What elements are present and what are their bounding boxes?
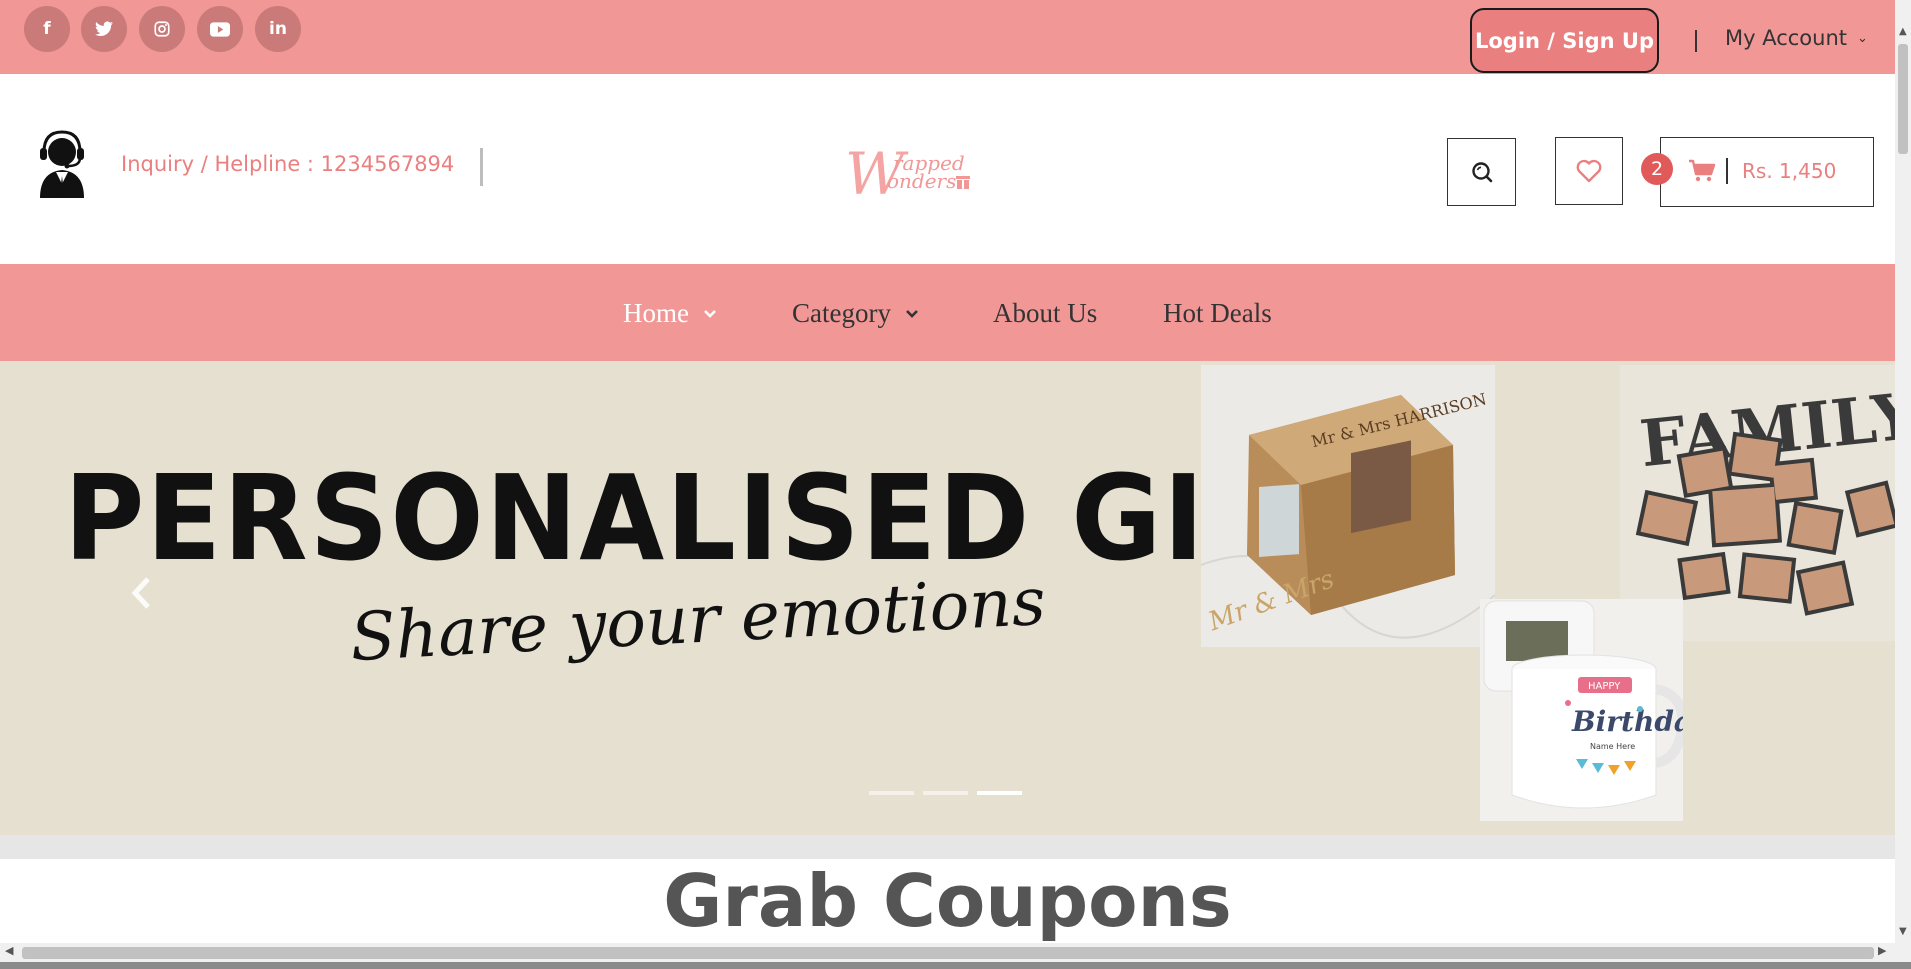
top-bar: f in Login / Sign Up My Account ⌄	[0, 0, 1895, 74]
product-image-mug: HAPPY Birthday Name Here	[1480, 599, 1710, 821]
nav-item-hot-deals[interactable]: Hot Deals	[1163, 298, 1272, 329]
my-account-dropdown[interactable]: My Account ⌄	[1725, 26, 1868, 50]
nav-item-home[interactable]: Home	[623, 298, 717, 329]
header: Inquiry / Helpline : 1234567894 W rapped…	[0, 74, 1895, 264]
cart-count-badge: 2	[1641, 153, 1673, 185]
support-agent-icon	[26, 128, 98, 200]
chevron-down-icon: ⌄	[1857, 30, 1868, 46]
nav-item-label: Hot Deals	[1163, 298, 1272, 328]
section-title: Grab Coupons	[663, 859, 1232, 943]
chevron-down-icon	[704, 309, 716, 318]
nav-item-label: Category	[792, 298, 891, 328]
search-icon	[1471, 162, 1492, 183]
scroll-right-arrow-icon[interactable]: ▶	[1878, 944, 1886, 957]
window-edge	[0, 962, 1911, 969]
search-button[interactable]	[1447, 138, 1516, 206]
scroll-left-arrow-icon[interactable]: ◀	[5, 944, 13, 957]
carousel-indicator-3[interactable]	[977, 791, 1022, 795]
divider	[1695, 30, 1697, 52]
divider	[1726, 158, 1728, 184]
login-signup-button[interactable]: Login / Sign Up	[1470, 8, 1659, 73]
chevron-down-icon	[906, 309, 918, 318]
scroll-up-arrow-icon[interactable]: ▲	[1899, 26, 1907, 37]
site-logo[interactable]: W rapped onders	[845, 140, 975, 208]
facebook-icon[interactable]: f	[24, 6, 70, 52]
product-image-photo-box: Mr & Mrs HARRISON Mr & Mrs	[1200, 365, 1496, 647]
hero-carousel: PERSONALISED GIFTS Share your emotions M…	[0, 361, 1895, 835]
mug-banner: HAPPY	[1588, 681, 1621, 692]
nav-item-label: About Us	[993, 298, 1098, 328]
svg-text:onders: onders	[887, 169, 956, 193]
helpline-text: Inquiry / Helpline : 1234567894	[121, 152, 455, 176]
nav-item-category[interactable]: Category	[792, 298, 919, 329]
carousel-prev-button[interactable]	[130, 575, 152, 621]
carousel-indicator-1[interactable]	[869, 791, 914, 795]
cart-icon	[1689, 159, 1716, 182]
page: f in Login / Sign Up My Account ⌄ Inquir…	[0, 0, 1911, 969]
my-account-label: My Account	[1725, 26, 1848, 50]
mug-name: Name Here	[1590, 742, 1635, 751]
horizontal-scrollbar-thumb[interactable]	[22, 947, 1874, 959]
twitter-icon[interactable]	[81, 6, 127, 52]
coupons-section: Grab Coupons	[0, 859, 1895, 943]
divider	[480, 148, 483, 186]
scroll-down-arrow-icon[interactable]: ▼	[1899, 926, 1907, 937]
instagram-icon[interactable]	[139, 6, 185, 52]
linkedin-icon[interactable]: in	[255, 6, 301, 52]
youtube-icon[interactable]	[197, 6, 243, 52]
nav-item-about-us[interactable]: About Us	[993, 298, 1097, 329]
chevron-left-icon	[131, 577, 150, 609]
vertical-scrollbar-thumb[interactable]	[1898, 44, 1908, 154]
cart-total: Rs. 1,450	[1742, 159, 1837, 183]
heart-icon	[1576, 159, 1602, 183]
section-separator	[0, 835, 1895, 859]
cart-summary[interactable]: Rs. 1,450	[1688, 158, 1836, 184]
nav-item-label: Home	[623, 298, 689, 328]
mug-text: Birthday	[1571, 705, 1683, 738]
main-nav: Home Category About Us Hot Deals	[0, 264, 1895, 361]
carousel-indicator-2[interactable]	[923, 791, 968, 795]
wishlist-button[interactable]	[1555, 137, 1623, 205]
